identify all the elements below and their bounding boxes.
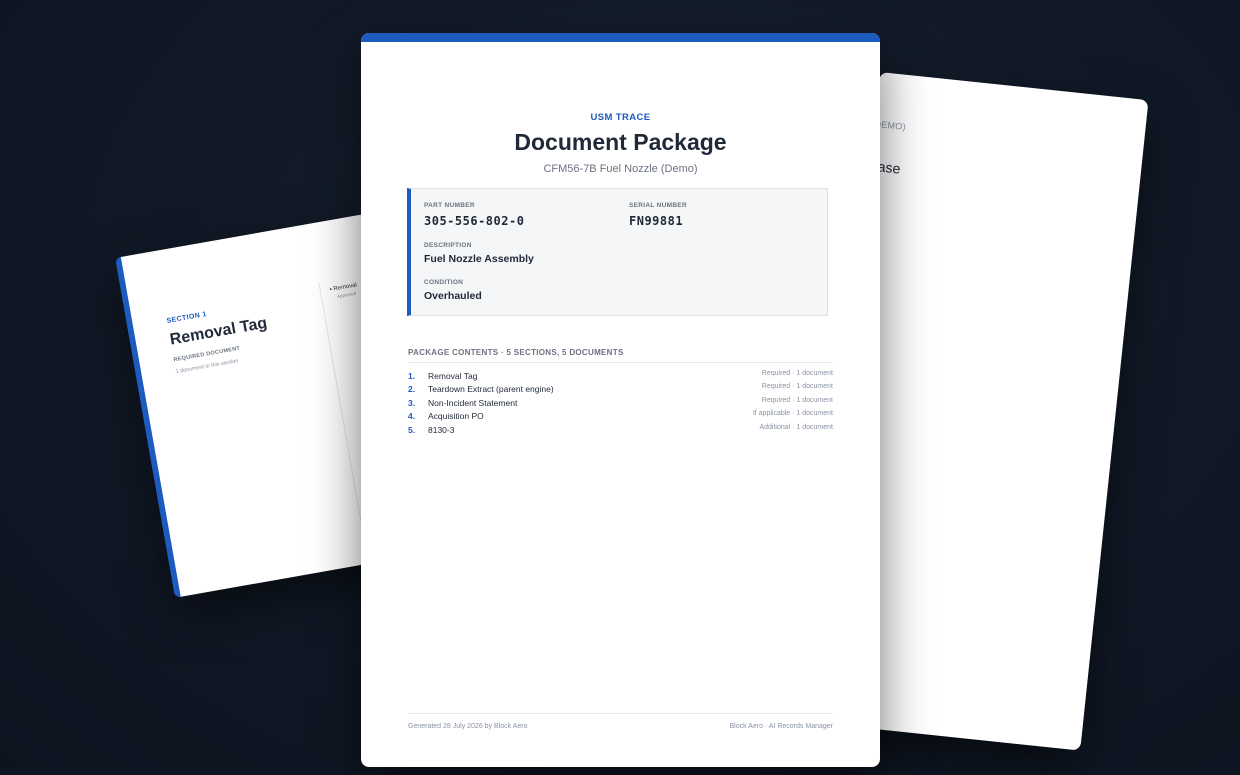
condition-label: CONDITION — [424, 279, 464, 286]
part-number-value: 305-556-802-0 — [424, 214, 525, 228]
accent-bar — [361, 33, 880, 42]
list-item: 2. Teardown Extract (parent engine) Requ… — [408, 383, 833, 396]
item-name: Acquisition PO — [428, 411, 484, 422]
condition-value: Overhauled — [424, 290, 482, 302]
item-number: 5. — [408, 424, 416, 435]
item-number: 1. — [408, 371, 416, 381]
footer-generated: Generated 28 July 2026 by Block Aero — [408, 723, 528, 730]
part-number-label: PART NUMBER — [424, 202, 475, 209]
item-name: Removal Tag — [428, 371, 478, 381]
description-value: Fuel Nozzle Assembly — [424, 253, 534, 265]
page-title: Document Package — [514, 129, 727, 155]
footer-brand: Block Aero · AI Records Manager — [729, 723, 834, 730]
item-meta: Required · 1 document — [761, 396, 833, 404]
brand-eyebrow: USM TRACE — [590, 112, 651, 123]
part-info-box: PART NUMBER 305-556-802-0 SERIAL NUMBER … — [407, 188, 828, 316]
item-name: 8130-3 — [428, 424, 455, 435]
list-item: 4. Acquisition PO If applicable · 1 docu… — [408, 410, 833, 423]
document-package-cover: USM TRACE Document Package CFM56-7B Fuel… — [361, 33, 880, 767]
toc-fragment-sub: Approved — [336, 290, 357, 299]
footer-divider — [408, 713, 833, 714]
serial-number-label: SERIAL NUMBER — [629, 202, 687, 209]
item-number: 3. — [408, 397, 416, 408]
description-label: DESCRIPTION — [424, 242, 472, 249]
item-number: 2. — [408, 384, 416, 395]
serial-number-value: FN99881 — [629, 214, 684, 228]
package-contents-list: 1. Removal Tag Required · 1 document 2. … — [408, 370, 833, 437]
item-number: 4. — [408, 411, 416, 422]
list-item: 1. Removal Tag Required · 1 document — [408, 370, 833, 383]
item-name: Teardown Extract (parent engine) — [428, 384, 554, 395]
item-name: Non-Incident Statement — [428, 397, 518, 408]
section-label: SECTION 1 — [166, 310, 208, 325]
list-item: 3. Non-Incident Statement Required · 1 d… — [408, 397, 833, 410]
package-contents-header: PACKAGE CONTENTS · 5 SECTIONS, 5 DOCUMEN… — [408, 348, 833, 363]
item-meta: Additional · 1 document — [759, 423, 833, 431]
item-meta: Required · 1 document — [761, 370, 833, 377]
page-subtitle: CFM56-7B Fuel Nozzle (Demo) — [543, 163, 698, 175]
list-item: 5. 8130-3 Additional · 1 document — [408, 424, 833, 437]
item-meta: Required · 1 document — [761, 383, 833, 391]
item-meta: If applicable · 1 document — [752, 410, 833, 418]
column-divider — [318, 282, 367, 549]
